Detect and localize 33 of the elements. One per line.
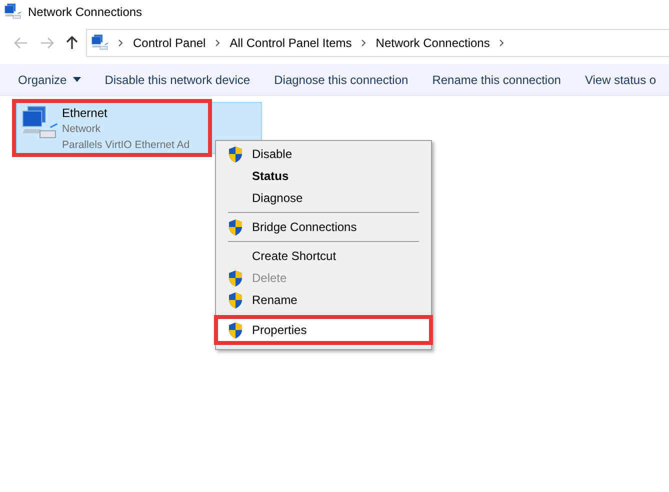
back-arrow-icon	[14, 37, 28, 49]
chevron-icon	[117, 39, 125, 47]
network-folder-icon	[4, 3, 22, 21]
adapter-name: Parallels VirtIO Ethernet Ad	[62, 138, 190, 153]
window-title: Network Connections	[28, 5, 142, 19]
shield-icon	[228, 146, 242, 162]
menu-item[interactable]: Diagnose	[218, 187, 429, 209]
menu-item[interactable]: Create Shortcut	[218, 245, 429, 267]
menu-item[interactable]: Bridge Connections	[218, 216, 429, 238]
connection-name: Ethernet	[62, 105, 108, 121]
toolbar-button[interactable]: Rename this connection	[420, 66, 573, 94]
shield-icon	[228, 270, 242, 286]
shield-icon	[228, 218, 242, 236]
toolbar-button[interactable]: Organize	[6, 66, 93, 94]
toolbar-button[interactable]: View status o	[572, 66, 668, 94]
menu-item[interactable]: Rename	[218, 289, 429, 311]
address-bar[interactable]: Control Panel All Control Panel Items Network Connections	[86, 29, 669, 57]
connection-network: Network	[62, 122, 102, 137]
toolbar-button[interactable]: Diagnose this connection	[262, 66, 420, 94]
chevron-icon	[214, 39, 222, 47]
shield-icon	[228, 292, 242, 308]
breadcrumb[interactable]: All Control Panel Items	[230, 36, 352, 50]
shield-icon	[228, 322, 242, 338]
chevron-icon	[360, 39, 368, 47]
control-panel-icon	[91, 34, 109, 52]
breadcrumb[interactable]: Control Panel	[133, 36, 206, 50]
chevron-icon	[498, 39, 506, 47]
forward-arrow-icon	[40, 37, 54, 49]
up-arrow-icon	[66, 36, 78, 50]
toolbar-button[interactable]: Disable this network device	[92, 66, 262, 94]
breadcrumb[interactable]: Network Connections	[376, 36, 490, 50]
menu-item[interactable]: Status	[218, 165, 429, 187]
menu-item[interactable]: Properties	[218, 319, 429, 341]
